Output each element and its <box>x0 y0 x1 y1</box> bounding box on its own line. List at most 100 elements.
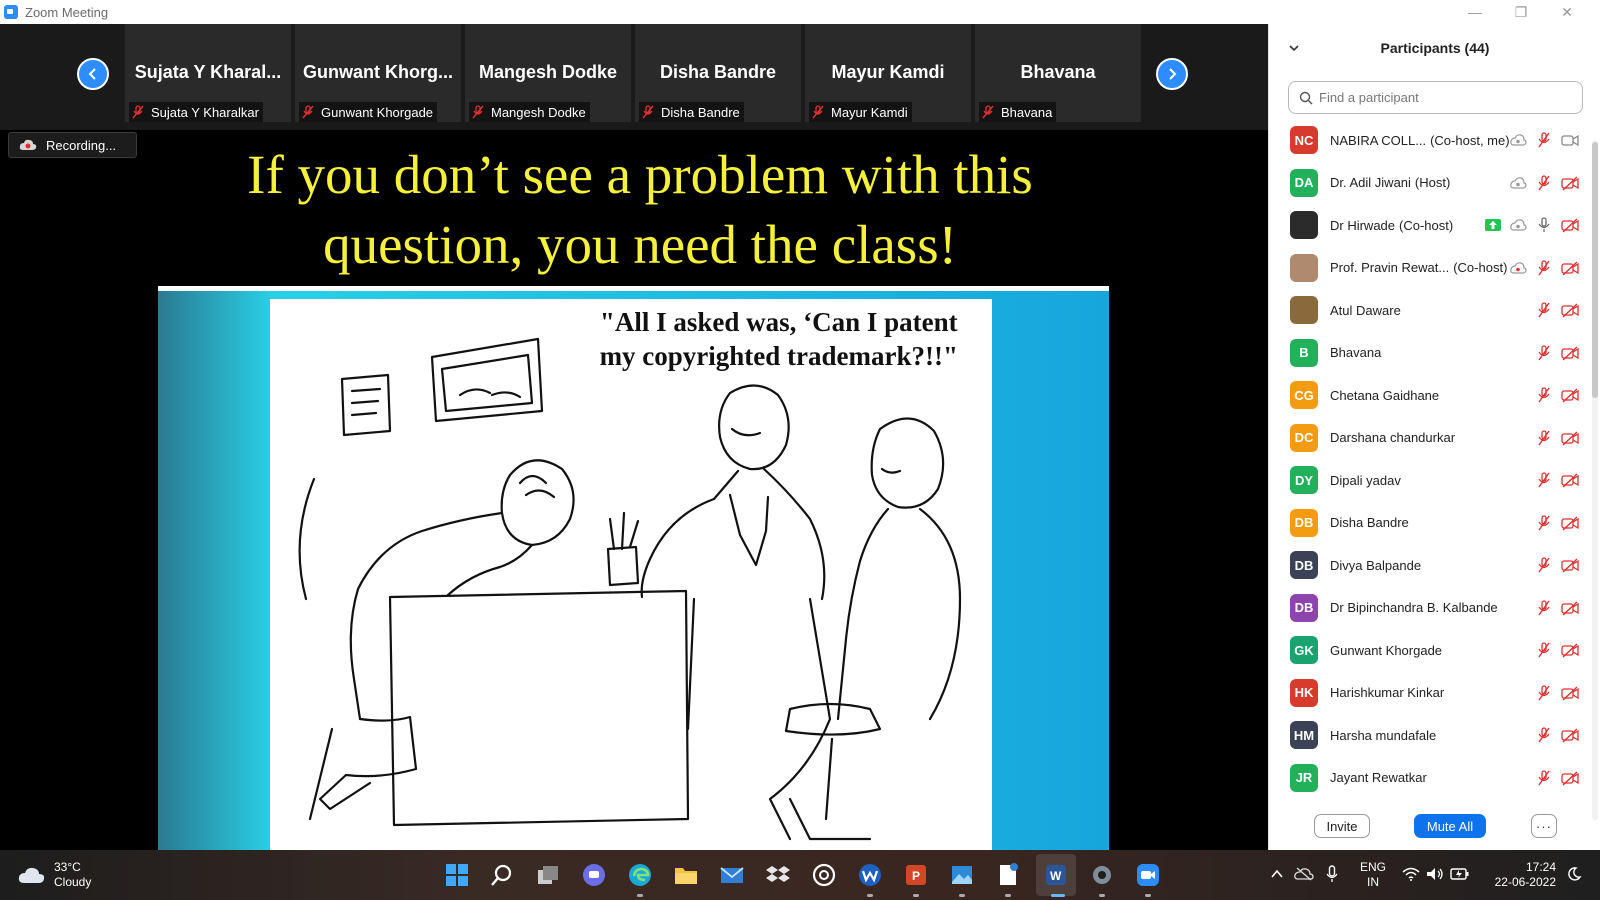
system-clock[interactable]: 17:24 22-06-2022 <box>1486 860 1556 890</box>
participant-search-input[interactable] <box>1319 90 1569 105</box>
file-explorer-button[interactable] <box>671 860 701 890</box>
mute-all-button[interactable]: Mute All <box>1414 814 1486 838</box>
restore-button[interactable]: ❐ <box>1498 0 1544 24</box>
gallery-prev-button[interactable] <box>77 58 109 90</box>
w-logo-icon <box>859 864 881 886</box>
participant-status-icons <box>1535 332 1579 374</box>
participant-row[interactable]: NC NABIRA COLL... (Co-host, me) <box>1269 119 1600 162</box>
video-off-icon <box>1561 515 1579 531</box>
participant-name-text: Prof. Pravin Rewat... <box>1330 260 1450 276</box>
participant-row[interactable]: DC Darshana chandurkar <box>1269 417 1600 460</box>
participant-name: Gunwant Khorgade <box>1330 643 1442 658</box>
edge-button[interactable] <box>625 860 655 890</box>
participant-search-box[interactable] <box>1288 81 1583 114</box>
participant-row[interactable]: Atul Daware <box>1269 289 1600 332</box>
muted-mic-icon <box>1538 557 1550 573</box>
participant-role: (Host) <box>1414 175 1451 191</box>
muted-mic-icon <box>302 105 314 119</box>
participant-row[interactable]: DB Divya Balpande <box>1269 544 1600 587</box>
app-w-button[interactable] <box>855 860 885 890</box>
participant-name: Dipali yadav <box>1330 473 1401 488</box>
photos-icon <box>952 866 972 884</box>
input-language-indicator[interactable]: ENG IN <box>1360 860 1386 890</box>
powerpoint-button[interactable]: P <box>901 860 931 890</box>
video-tile[interactable]: Gunwant Khorg... Gunwant Khorgade <box>295 24 461 122</box>
video-tile[interactable]: Mangesh Dodke Mangesh Dodke <box>465 24 631 122</box>
participant-row[interactable]: JR Jayant Rewatkar <box>1269 757 1600 800</box>
slide-title-line: If you don’t see a problem with this <box>247 144 1033 205</box>
participant-row[interactable]: DA Dr. Adil Jiwani (Host) <box>1269 162 1600 205</box>
tile-display-name: Mayur Kamdi <box>831 62 945 82</box>
close-button[interactable]: ✕ <box>1544 0 1590 24</box>
folder-icon <box>675 868 697 884</box>
notepad-button[interactable] <box>993 860 1023 890</box>
word-button[interactable]: W <box>1041 860 1071 890</box>
muted-mic-icon <box>472 105 484 119</box>
cloud-recording-icon <box>1510 219 1527 231</box>
participant-row[interactable]: DY Dipali yadav <box>1269 459 1600 502</box>
participant-row[interactable]: CG Chetana Gaidhane <box>1269 374 1600 417</box>
participant-status-icons <box>1535 672 1579 714</box>
gallery-strip: Sujata Y Kharal... Sujata Y Kharalkar Gu… <box>0 24 1268 130</box>
muted-mic-icon <box>1538 387 1550 403</box>
participant-row[interactable]: B Bhavana <box>1269 332 1600 375</box>
participant-row[interactable]: Prof. Pravin Rewat... (Co-host) <box>1269 247 1600 290</box>
tile-label-text: Gunwant Khorgade <box>321 104 434 120</box>
video-off-icon <box>1561 175 1579 191</box>
battery-icon[interactable] <box>1450 867 1470 881</box>
teams-chat-button[interactable] <box>579 860 609 890</box>
muted-mic-icon <box>1538 472 1550 488</box>
participant-row[interactable]: DB Dr Bipinchandra B. Kalbande <box>1269 587 1600 630</box>
chevron-up-icon[interactable] <box>1270 868 1284 880</box>
wifi-icon[interactable] <box>1402 867 1420 881</box>
chevron-down-icon[interactable] <box>1287 41 1301 55</box>
dropbox-button[interactable] <box>763 860 793 890</box>
zoom-taskbar-button[interactable] <box>1133 860 1163 890</box>
avatar: NC <box>1290 126 1318 155</box>
mail-button[interactable] <box>717 860 747 890</box>
zoom-icon <box>1137 864 1159 886</box>
cloud-recording-icon <box>1510 134 1527 146</box>
participant-status-icons <box>1509 119 1579 161</box>
start-button[interactable] <box>442 860 472 890</box>
video-tile[interactable]: Bhavana Bhavana <box>975 24 1141 122</box>
shared-slide-image: "All I asked was, ‘Can I patent my copyr… <box>158 286 1109 850</box>
participant-name-text: Dr. Adil Jiwani <box>1330 175 1411 191</box>
notifications-icon[interactable] <box>1566 866 1582 882</box>
video-tile[interactable]: Sujata Y Kharal... Sujata Y Kharalkar <box>125 24 291 122</box>
participant-role: (Co-host) <box>1453 260 1508 276</box>
tile-label-text: Mayur Kamdi <box>831 104 908 120</box>
onedrive-offline-icon[interactable] <box>1294 867 1314 881</box>
cloud-recording-icon <box>1510 176 1527 189</box>
participant-status-icons <box>1535 417 1579 459</box>
participant-row[interactable]: DB Disha Bandre <box>1269 502 1600 545</box>
volume-icon[interactable] <box>1426 867 1444 881</box>
video-tile[interactable]: Mayur Kamdi Mayur Kamdi <box>805 24 971 122</box>
taskbar-search-button[interactable] <box>487 860 517 890</box>
task-view-button[interactable] <box>533 860 563 890</box>
microphone-icon[interactable] <box>1326 865 1338 883</box>
video-tile[interactable]: Disha Bandre Disha Bandre <box>635 24 801 122</box>
participant-row[interactable]: HM Harsha mundafale <box>1269 714 1600 757</box>
settings-button[interactable] <box>1087 860 1117 890</box>
app-button[interactable] <box>809 860 839 890</box>
avatar: DC <box>1290 423 1318 452</box>
running-indicator <box>867 894 873 897</box>
video-off-icon <box>1561 643 1579 658</box>
avatar: GK <box>1290 636 1318 665</box>
tile-label-text: Bhavana <box>1001 104 1053 120</box>
gallery-next-button[interactable] <box>1156 58 1188 90</box>
running-indicator <box>1005 894 1011 897</box>
invite-button[interactable]: Invite <box>1314 814 1370 838</box>
tile-display-name: Disha Bandre <box>659 62 777 82</box>
weather-widget[interactable]: 33°C Cloudy <box>18 860 91 890</box>
minimize-button[interactable]: — <box>1452 0 1498 24</box>
participant-row[interactable]: GK Gunwant Khorgade <box>1269 629 1600 672</box>
recording-indicator[interactable]: Recording... <box>8 132 137 158</box>
avatar: JR <box>1290 763 1318 792</box>
more-options-button[interactable]: ··· <box>1531 814 1557 838</box>
photos-button[interactable] <box>947 860 977 890</box>
participant-row[interactable]: HK Harishkumar Kinkar <box>1269 672 1600 715</box>
avatar: DB <box>1290 593 1318 622</box>
participant-row[interactable]: Dr Hirwade (Co-host) <box>1269 204 1600 247</box>
